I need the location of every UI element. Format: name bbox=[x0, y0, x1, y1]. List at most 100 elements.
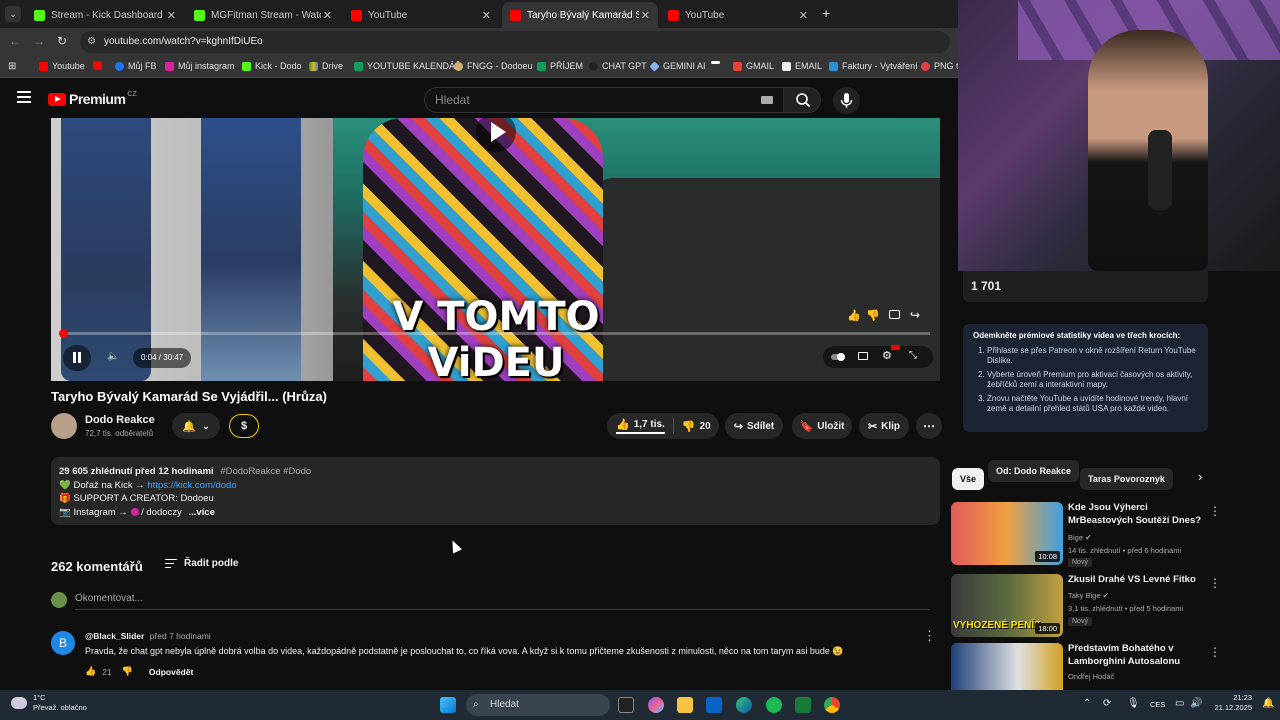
more-vertical-icon[interactable]: ⋮ bbox=[1209, 576, 1221, 590]
video-comment-icon[interactable] bbox=[889, 310, 900, 319]
bookmark-dash[interactable] bbox=[711, 61, 724, 64]
terminal-icon[interactable] bbox=[795, 697, 811, 713]
instagram-handle[interactable]: / dodoczy bbox=[141, 507, 182, 518]
tab-active-video[interactable]: Taryho Bývalý Kamarád Se Vyjádř ✕ bbox=[502, 2, 658, 28]
search-button[interactable] bbox=[783, 87, 821, 113]
start-icon[interactable] bbox=[440, 697, 456, 713]
pause-button[interactable] bbox=[63, 345, 91, 371]
bookmark-youtube-icon-only[interactable] bbox=[93, 61, 106, 70]
progress-scrubber[interactable] bbox=[59, 329, 68, 338]
add-comment-input[interactable]: Okomentovat... bbox=[75, 593, 930, 610]
tab-kick-dashboard[interactable]: Stream - Kick Dashboard ✕ bbox=[26, 2, 184, 28]
chevron-up-icon[interactable]: ⌃ bbox=[1083, 698, 1091, 709]
outlook-icon[interactable] bbox=[706, 697, 722, 713]
chevron-right-icon[interactable]: › bbox=[1198, 469, 1202, 484]
video-player[interactable]: V TOMTO ViDEU 👍 👎 ↪ 🔈 0:04 / 30:47 ⌃ ⚙ ⤡ bbox=[51, 118, 940, 381]
description-box[interactable]: 29 605 zhlédnutí před 12 hodinami #DodoR… bbox=[51, 457, 940, 525]
notifications-icon[interactable]: 🔔 bbox=[1262, 698, 1274, 709]
video-thumbnail[interactable]: VYHOZENÉ PENÍZ 18:00 bbox=[951, 574, 1063, 637]
bookmark-yt-calendar[interactable]: YOUTUBE KALENDÁŘ bbox=[354, 61, 462, 71]
reload-icon[interactable]: ↻ bbox=[57, 34, 67, 48]
video-dislike-icon[interactable]: 👎 bbox=[866, 309, 880, 322]
settings-icon[interactable]: ⚙ bbox=[882, 349, 892, 362]
clip-button[interactable]: ✂ Klip bbox=[859, 413, 909, 439]
bookmark-prijem[interactable]: PŘÍJEM bbox=[537, 61, 583, 71]
forward-icon[interactable]: → bbox=[33, 34, 45, 48]
taskbar-search[interactable]: ⌕ Hledat bbox=[466, 694, 610, 716]
bookmark-gmail[interactable]: GMAIL bbox=[733, 61, 774, 71]
bookmark-gemini[interactable]: GEMINI AI bbox=[649, 60, 706, 72]
video-like-icon[interactable]: 👍 bbox=[847, 309, 861, 322]
chip-all[interactable]: Vše bbox=[952, 468, 985, 490]
bookmark-png[interactable]: PNG t bbox=[921, 61, 959, 71]
mic-tray-icon[interactable]: 🎙 bbox=[1127, 698, 1140, 709]
bookmark-fngg[interactable]: FNGG - Dodoeu bbox=[454, 61, 533, 71]
weather-widget[interactable]: 1°C Převaž. oblačno bbox=[33, 693, 87, 713]
notification-bell-button[interactable]: 🔔 ⌄ bbox=[172, 413, 220, 439]
video-thumbnail[interactable] bbox=[951, 643, 1063, 690]
recommended-title[interactable]: Představím Bohatého v Lamborghini Autosa… bbox=[1068, 643, 1208, 668]
comment-more-icon[interactable]: ⋮ bbox=[923, 628, 936, 644]
recommended-title[interactable]: Zkusil Drahé VS Levné Fitko bbox=[1068, 574, 1208, 587]
channel-name[interactable]: Dodo Reakce bbox=[85, 414, 155, 426]
bookmark-faktury[interactable]: Faktury - Vytváření bbox=[829, 61, 918, 71]
dislike-button[interactable]: 👎 20 bbox=[682, 420, 711, 433]
bookmark-fb[interactable]: Můj FB bbox=[115, 61, 157, 71]
share-button[interactable]: ↪ Sdílet bbox=[725, 413, 783, 439]
recommended-title[interactable]: Kde Jsou Výherci MrBeastových Soutěží Dn… bbox=[1068, 502, 1208, 527]
tab-youtube-1[interactable]: YouTube ✕ bbox=[343, 2, 499, 28]
back-icon[interactable]: ← bbox=[9, 34, 21, 48]
close-icon[interactable]: ✕ bbox=[323, 9, 332, 22]
miniplayer-icon[interactable]: ⤡ bbox=[909, 350, 917, 361]
keyboard-icon[interactable] bbox=[761, 96, 773, 104]
comment-like-icon[interactable]: 👍 bbox=[85, 666, 96, 677]
copilot-icon[interactable] bbox=[648, 697, 664, 713]
spotify-icon[interactable] bbox=[766, 697, 782, 713]
wifi-icon[interactable]: ▭ bbox=[1175, 698, 1184, 709]
video-thumbnail[interactable]: 10:08 bbox=[951, 502, 1063, 565]
more-vertical-icon[interactable]: ⋮ bbox=[1209, 645, 1221, 659]
bookmark-kick[interactable]: Kick - Dodo bbox=[242, 61, 302, 71]
channel-avatar[interactable] bbox=[51, 413, 77, 439]
progress-bar[interactable] bbox=[61, 332, 930, 335]
weather-icon[interactable] bbox=[11, 697, 27, 709]
hashtags[interactable]: #DodoReakce #Dodo bbox=[220, 466, 311, 477]
file-explorer-icon[interactable] bbox=[677, 697, 693, 713]
sort-comments-button[interactable]: Řadit podle bbox=[165, 558, 238, 569]
menu-icon[interactable] bbox=[17, 91, 31, 103]
subtitles-icon[interactable] bbox=[858, 352, 868, 360]
autoplay-toggle[interactable] bbox=[831, 353, 845, 361]
close-icon[interactable]: ✕ bbox=[799, 9, 808, 22]
like-button[interactable]: 👍 1,7 tis. bbox=[616, 418, 665, 434]
recommended-video[interactable]: Představím Bohatého v Lamborghini Autosa… bbox=[951, 643, 1221, 690]
close-icon[interactable]: ✕ bbox=[641, 9, 650, 22]
new-tab-button[interactable]: + bbox=[822, 5, 830, 21]
recommended-channel[interactable]: Ondřej Hodáč bbox=[1068, 672, 1114, 681]
chrome-icon[interactable] bbox=[824, 697, 840, 713]
video-share-icon[interactable]: ↪ bbox=[910, 308, 920, 322]
more-vertical-icon[interactable]: ⋮ bbox=[1209, 504, 1221, 518]
volume-icon[interactable]: 🔈 bbox=[107, 351, 119, 362]
show-more-button[interactable]: ...více bbox=[188, 507, 214, 518]
recommended-video[interactable]: VYHOZENÉ PENÍZ 18:00 Zkusil Drahé VS Lev… bbox=[951, 574, 1221, 640]
more-actions-button[interactable]: ⋯ bbox=[916, 413, 942, 439]
comment-dislike-icon[interactable]: 👎 bbox=[122, 666, 133, 677]
clock[interactable]: 21:23 21.12.2025 bbox=[1200, 693, 1252, 713]
language-indicator[interactable]: CES bbox=[1150, 700, 1165, 709]
bookmark-chatgpt[interactable]: CHAT GPT bbox=[589, 61, 647, 71]
voice-search-button[interactable] bbox=[833, 87, 860, 114]
bookmark-email[interactable]: EMAIL bbox=[782, 61, 822, 71]
close-icon[interactable]: ✕ bbox=[167, 9, 176, 22]
comment-username[interactable]: @Black_Slider bbox=[85, 631, 144, 641]
bookmark-drive[interactable]: Drive bbox=[309, 61, 343, 71]
comment-avatar[interactable]: B bbox=[51, 631, 75, 655]
chip-from-channel[interactable]: Od: Dodo Reakce bbox=[988, 460, 1080, 482]
site-info-icon[interactable]: ⚙ bbox=[87, 31, 96, 53]
chip-taras[interactable]: Taras Povoroznyk bbox=[1080, 468, 1173, 490]
bookmark-youtube[interactable]: Youtube bbox=[39, 61, 85, 71]
support-button[interactable]: $ bbox=[229, 414, 259, 438]
reply-button[interactable]: Odpovědět bbox=[149, 667, 193, 677]
recommended-channel[interactable]: Bige ✔ bbox=[1068, 533, 1091, 542]
close-icon[interactable]: ✕ bbox=[482, 9, 491, 22]
task-view-icon[interactable] bbox=[618, 697, 634, 713]
